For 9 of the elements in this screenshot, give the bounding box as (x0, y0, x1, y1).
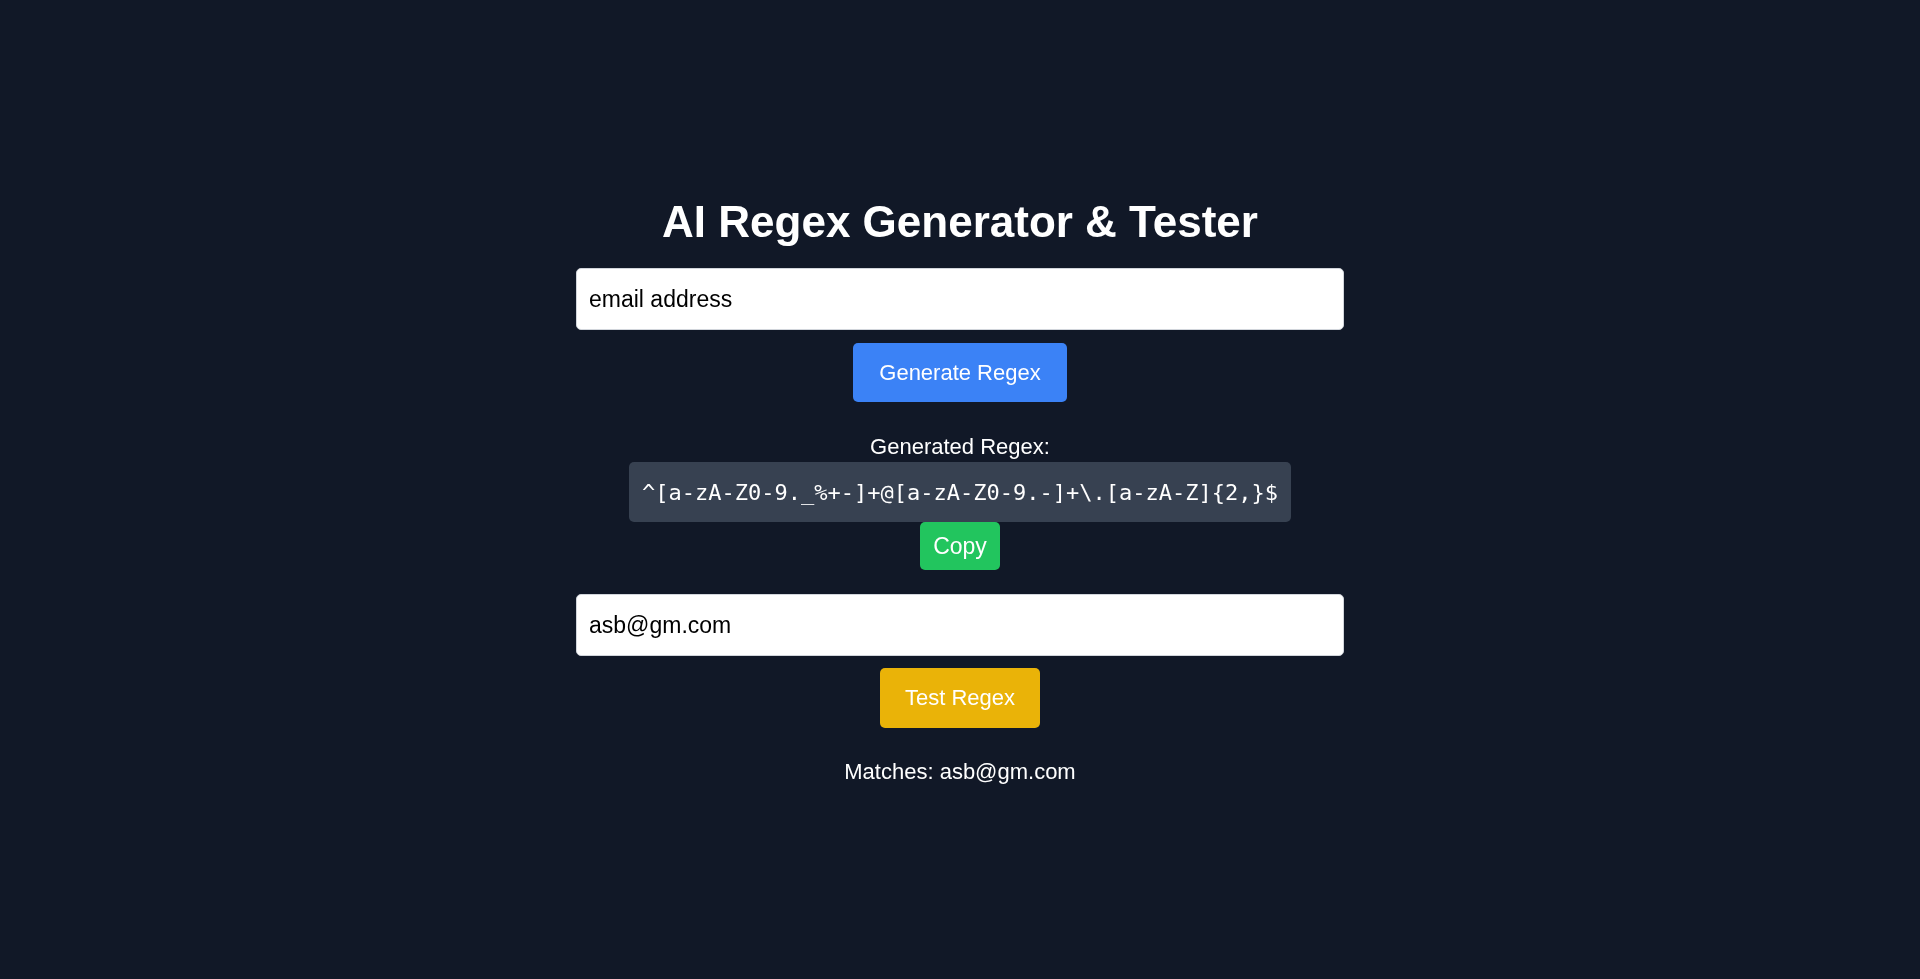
copy-button[interactable]: Copy (920, 522, 1000, 570)
generate-regex-button[interactable]: Generate Regex (853, 343, 1067, 402)
test-regex-button[interactable]: Test Regex (879, 668, 1041, 728)
result-label: Generated Regex: (870, 433, 1050, 461)
description-input[interactable]: email address (576, 268, 1344, 330)
test-string-input[interactable]: asb@gm.com (576, 594, 1344, 656)
match-result: Matches: asb@gm.com (844, 758, 1076, 786)
page-title: AI Regex Generator & Tester (662, 196, 1258, 248)
regex-output: ^[a-zA-Z0-9._%+-]+@[a-zA-Z0-9.-]+\.[a-zA-Z]{2,}$ (629, 462, 1291, 522)
